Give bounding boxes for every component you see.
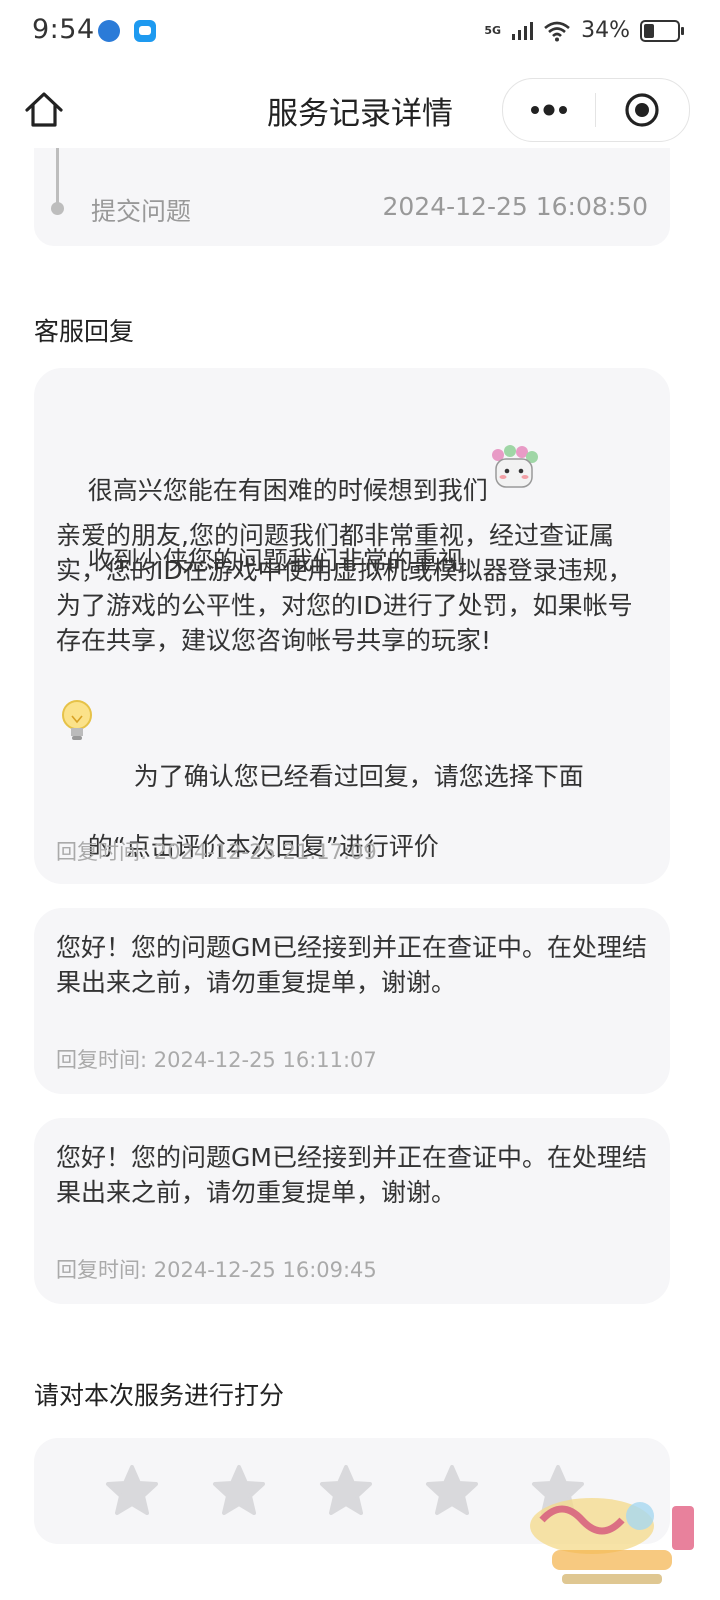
- sheep-emoji-icon: [491, 445, 538, 488]
- battery-icon: [640, 19, 684, 42]
- mini-program-capsule: [502, 78, 690, 142]
- timeline-dot: [51, 202, 64, 215]
- section-title-reply: 客服回复: [34, 317, 135, 346]
- star-icon[interactable]: [104, 1464, 160, 1518]
- star-icon[interactable]: [424, 1464, 480, 1518]
- reply-text: 您好！您的问题GM已经接到并正在查证中。在处理结果出来之前，请勿重复提单，谢谢。: [56, 933, 647, 997]
- reply-card: 您好！您的问题GM已经接到并正在查证中。在处理结果出来之前，请勿重复提单，谢谢。…: [34, 908, 670, 1094]
- section-title-rating: 请对本次服务进行打分: [34, 1381, 285, 1410]
- cell-signal-icon: [512, 21, 534, 40]
- status-bar: 9:54 5G 34%: [0, 0, 720, 68]
- wifi-icon: [544, 21, 570, 41]
- status-right: 5G 34%: [484, 18, 684, 43]
- timeline-time: 2024-12-25 16:08:50: [382, 192, 648, 221]
- signal-type: 5G: [484, 24, 502, 37]
- watermark-logo: [530, 1498, 694, 1584]
- star-icon[interactable]: [318, 1464, 374, 1518]
- reply-time: 回复时间: 2024-12-25 16:11:07: [56, 1048, 377, 1072]
- timeline-label: 提交问题: [91, 197, 192, 226]
- close-button[interactable]: [596, 79, 688, 141]
- target-close-icon: [625, 93, 659, 127]
- reply-tip-line1: 为了确认您已经看过回复，请您选择下面: [133, 762, 584, 791]
- reply-greeting-line1: 很高兴您能在有困难的时候想到我们: [87, 476, 488, 505]
- star-icon[interactable]: [211, 1464, 267, 1518]
- reply-time: 回复时间: 2024-12-25 16:09:45: [56, 1258, 377, 1282]
- reply-card: 很高兴您能在有困难的时候想到我们 收到少侠您的问题我们非常的重视 亲爱的朋友,您…: [34, 368, 670, 884]
- reply-tip: 为了确认您已经看过回复，请您选择下面 的“点击评价本次回复”进行评价: [56, 724, 656, 899]
- message-notification-icon: [134, 20, 156, 42]
- reply-time: 回复时间: 2024-12-25 21:17:09: [56, 840, 377, 864]
- more-icon: [531, 104, 567, 116]
- reply-card: 您好！您的问题GM已经接到并正在查证中。在处理结果出来之前，请勿重复提单，谢谢。…: [34, 1118, 670, 1304]
- app-notification-icon: [98, 20, 120, 42]
- status-time: 9:54: [32, 14, 95, 45]
- more-button[interactable]: [503, 79, 595, 141]
- reply-text: 您好！您的问题GM已经接到并正在查证中。在处理结果出来之前，请勿重复提单，谢谢。: [56, 1143, 647, 1207]
- reply-paragraph: 亲爱的朋友,您的问题我们都非常重视，经过查证属实，您的ID在游戏中使用虚拟机或模…: [56, 521, 633, 655]
- battery-percent: 34%: [581, 18, 630, 43]
- timeline-line: [56, 148, 59, 204]
- timeline-card: 提交问题 2024-12-25 16:08:50: [34, 148, 670, 246]
- nav-bar: 服务记录详情: [0, 72, 720, 148]
